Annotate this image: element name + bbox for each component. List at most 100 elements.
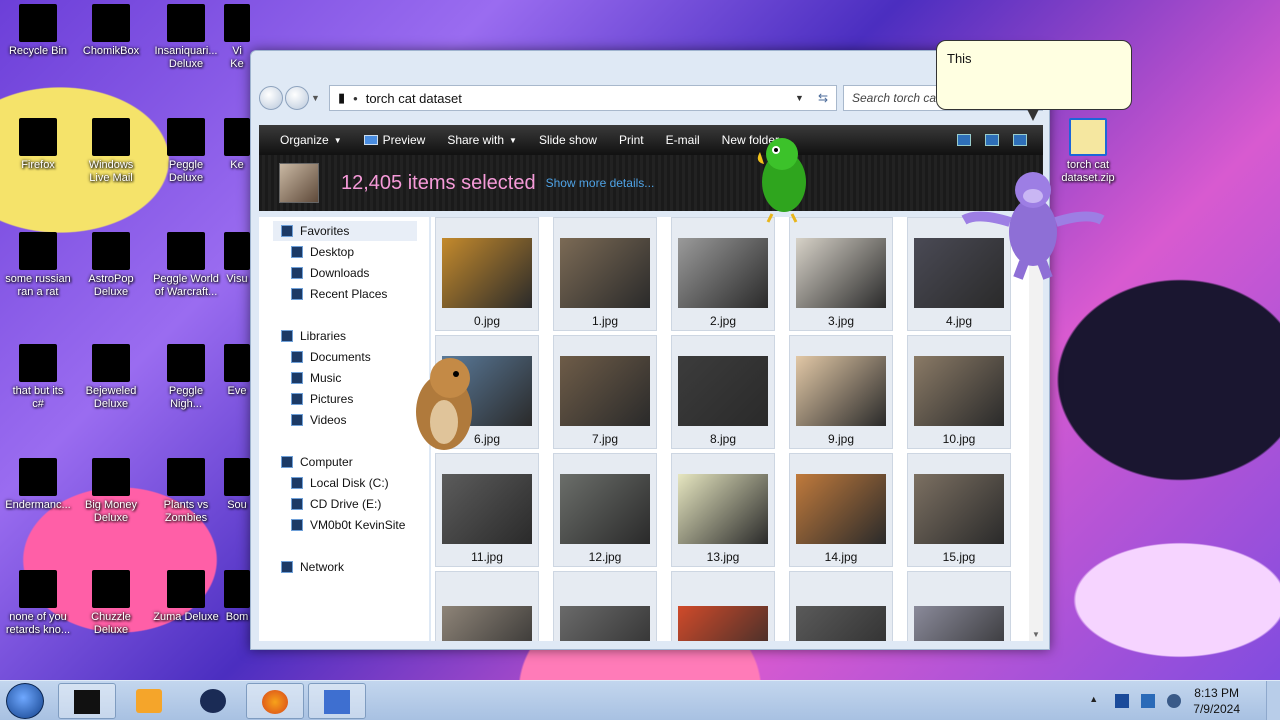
desktop-icon[interactable]: Bejeweled Deluxe [73,344,149,411]
file-tile[interactable]: 10.jpg [907,335,1011,449]
clock[interactable]: 8:13 PM 7/9/2024 [1193,685,1240,717]
nav-desktop[interactable]: Desktop [291,242,354,262]
file-tile[interactable] [789,571,893,641]
desktop-icon-partial[interactable]: Vi Ke [224,4,250,71]
back-button[interactable] [259,86,283,110]
desktop-icon[interactable]: Recycle Bin [0,4,76,58]
taskbar-globe-button[interactable] [184,683,242,719]
app-shortcut-icon [167,118,205,156]
desktop-icon[interactable]: Insaniquari... Deluxe [148,4,224,71]
share-with-label: Share with [447,133,505,147]
file-tile[interactable]: 2.jpg [671,217,775,331]
file-tile[interactable]: 1.jpg [553,217,657,331]
nav-vm-drive[interactable]: VM0b0t KevinSite [291,515,405,535]
show-hidden-icons-icon[interactable]: ▲ [1089,694,1103,708]
share-with-button[interactable]: Share with ▼ [436,133,528,147]
nav-network[interactable]: Network [281,557,344,577]
slide-show-button[interactable]: Slide show [528,133,608,147]
desktop-icon[interactable]: Peggle Nigh... [148,344,224,411]
desktop-icon[interactable]: Peggle Deluxe [148,118,224,185]
nav-libraries[interactable]: Libraries [281,326,346,346]
organize-button[interactable]: Organize ▼ [269,133,353,147]
file-tile[interactable]: 0.jpg [435,217,539,331]
file-tile[interactable]: 13.jpg [671,453,775,567]
file-tile[interactable]: 9.jpg [789,335,893,449]
desktop-icon-partial[interactable]: Bom [224,570,250,624]
address-bar[interactable]: ▮ • torch cat dataset ▼ ⇆ [329,85,837,111]
file-tile[interactable] [907,571,1011,641]
nav-local-disk[interactable]: Local Disk (C:) [291,473,389,493]
file-name: 10.jpg [942,432,976,446]
file-tile[interactable] [671,571,775,641]
show-more-details-link[interactable]: Show more details... [546,176,655,190]
app-tray-icon[interactable] [1115,694,1130,708]
app-shortcut-icon [92,4,130,42]
nav-recent-places[interactable]: Recent Places [291,284,387,304]
file-tile[interactable]: 11.jpg [435,453,539,567]
recent-pages-dropdown[interactable]: ▼ [311,93,321,103]
file-tile[interactable] [553,571,657,641]
file-tile[interactable]: 15.jpg [907,453,1011,567]
nav-pictures[interactable]: Pictures [291,389,353,409]
print-button[interactable]: Print [608,133,655,147]
desktop-icon[interactable]: Big Money Deluxe [73,458,149,525]
desktop-icon[interactable]: AstroPop Deluxe [73,232,149,299]
file-tile[interactable]: 3.jpg [789,217,893,331]
nav-documents[interactable]: Documents [291,347,371,367]
nav-music[interactable]: Music [291,368,341,388]
nav-computer[interactable]: Computer [281,452,353,472]
nav-cd-drive[interactable]: CD Drive (E:) [291,494,381,514]
taskbar-media-button[interactable] [120,683,178,719]
desktop-icon[interactable]: that but its c# [0,344,76,411]
desktop-icon-label: Peggle Nigh... [168,385,204,410]
taskbar-parrot-button[interactable] [308,683,366,719]
nav-favorites[interactable]: Favorites [273,221,417,241]
file-tile[interactable]: 7.jpg [553,335,657,449]
desktop-icon[interactable]: ChomikBox [73,4,149,58]
file-tile[interactable]: 12.jpg [553,453,657,567]
desktop-icon-partial[interactable]: Sou [224,458,250,512]
hamster-mascot-icon[interactable] [404,350,484,456]
taskbar-firefox-button[interactable] [246,683,304,719]
breadcrumb-current[interactable]: torch cat dataset [366,91,462,106]
desktop-icon-partial[interactable]: Eve [224,344,250,398]
start-button[interactable] [6,683,44,719]
network-tray-icon[interactable] [1141,694,1156,708]
change-view-icon[interactable] [957,134,971,146]
desktop-icon[interactable]: Peggle World of Warcraft... [148,232,224,299]
desktop-icon[interactable]: none of you retards kno... [0,570,76,637]
desktop-icon-partial[interactable]: Visu [224,232,250,286]
nav-videos[interactable]: Videos [291,410,346,430]
desktop-icon[interactable]: Firefox [0,118,76,172]
desktop-icon-partial[interactable]: Ke [224,118,250,172]
app-shortcut-icon [92,344,130,382]
nav-label: Documents [310,350,371,364]
file-tile[interactable] [435,571,539,641]
scroll-down-icon[interactable]: ▼ [1032,630,1040,639]
preview-pane-icon[interactable] [985,134,999,146]
help-icon[interactable] [1013,134,1027,146]
file-tile[interactable]: 8.jpg [671,335,775,449]
taskbar-explorer-button[interactable] [58,683,116,719]
desktop-icon[interactable]: Windows Live Mail [73,118,149,185]
desktop-icon-label: Chuzzle Deluxe [91,611,131,636]
volume-icon[interactable] [1167,694,1182,708]
desktop-icon[interactable]: Zuma Deluxe [148,570,224,624]
image-thumbnail [442,238,532,308]
desktop-icon[interactable]: Plants vs Zombies [148,458,224,525]
parrot-mascot-icon[interactable] [752,132,816,224]
preview-button[interactable]: Preview [353,133,437,147]
email-button[interactable]: E-mail [655,133,711,147]
refresh-icon[interactable]: ⇆ [818,91,828,105]
desktop-icon[interactable]: some russian ran a rat [0,232,76,299]
bonzi-gorilla-mascot-icon[interactable] [958,162,1108,282]
file-name: 13.jpg [706,550,740,564]
address-dropdown-icon[interactable]: ▼ [795,93,804,103]
desktop-icon[interactable]: Chuzzle Deluxe [73,570,149,637]
show-desktop-button[interactable] [1266,681,1280,720]
forward-button[interactable] [285,86,309,110]
nav-downloads[interactable]: Downloads [291,263,369,283]
app-shortcut-icon [19,118,57,156]
desktop-icon[interactable]: Endermanc... [0,458,76,512]
file-tile[interactable]: 14.jpg [789,453,893,567]
